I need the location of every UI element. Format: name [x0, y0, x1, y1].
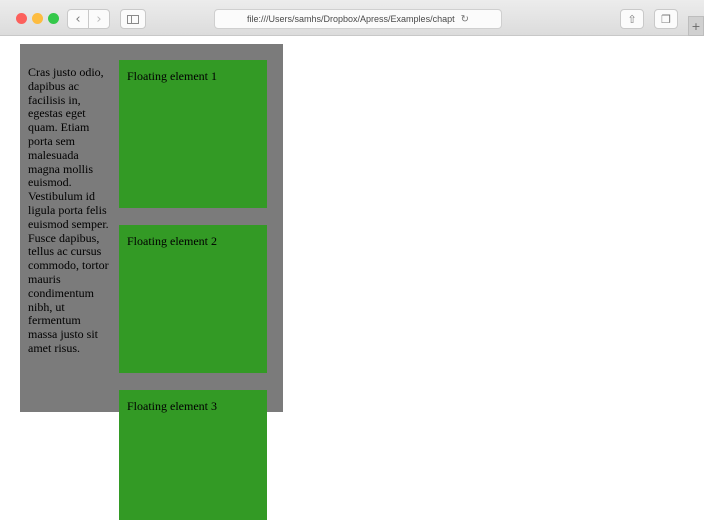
maximize-window-button[interactable] [48, 13, 59, 24]
address-bar[interactable]: file:///Users/samhs/Dropbox/Apress/Examp… [214, 9, 502, 29]
floating-element-label: Floating element 1 [127, 69, 217, 83]
plus-icon: + [691, 19, 701, 33]
floating-element-label: Floating element 3 [127, 399, 217, 413]
reload-icon[interactable]: ↻ [461, 14, 469, 25]
body-paragraph: Cras justo odio, dapibus ac facilisis in… [28, 65, 109, 355]
share-icon: ⇧ [627, 12, 637, 26]
sidebar-icon [127, 14, 139, 24]
chevron-right-icon: › [96, 11, 102, 27]
browser-toolbar: ‹ › file:///Users/samhs/Dropbox/Apress/E… [0, 0, 704, 36]
forward-button[interactable]: › [88, 9, 110, 29]
address-url: file:///Users/samhs/Dropbox/Apress/Examp… [247, 14, 455, 24]
floating-element-2: Floating element 2 [119, 225, 267, 373]
floating-element-label: Floating element 2 [127, 234, 217, 248]
floating-element-3: Floating element 3 [119, 390, 267, 520]
new-tab-button[interactable]: + [688, 16, 704, 36]
share-button[interactable]: ⇧ [620, 9, 644, 29]
show-tabs-button[interactable]: ❐ [654, 9, 678, 29]
close-window-button[interactable] [16, 13, 27, 24]
back-button[interactable]: ‹ [67, 9, 89, 29]
floating-element-1: Floating element 1 [119, 60, 267, 208]
tabs-icon: ❐ [661, 12, 671, 26]
chevron-left-icon: ‹ [75, 11, 81, 27]
sidebar-toggle-button[interactable] [120, 9, 146, 29]
minimize-window-button[interactable] [32, 13, 43, 24]
